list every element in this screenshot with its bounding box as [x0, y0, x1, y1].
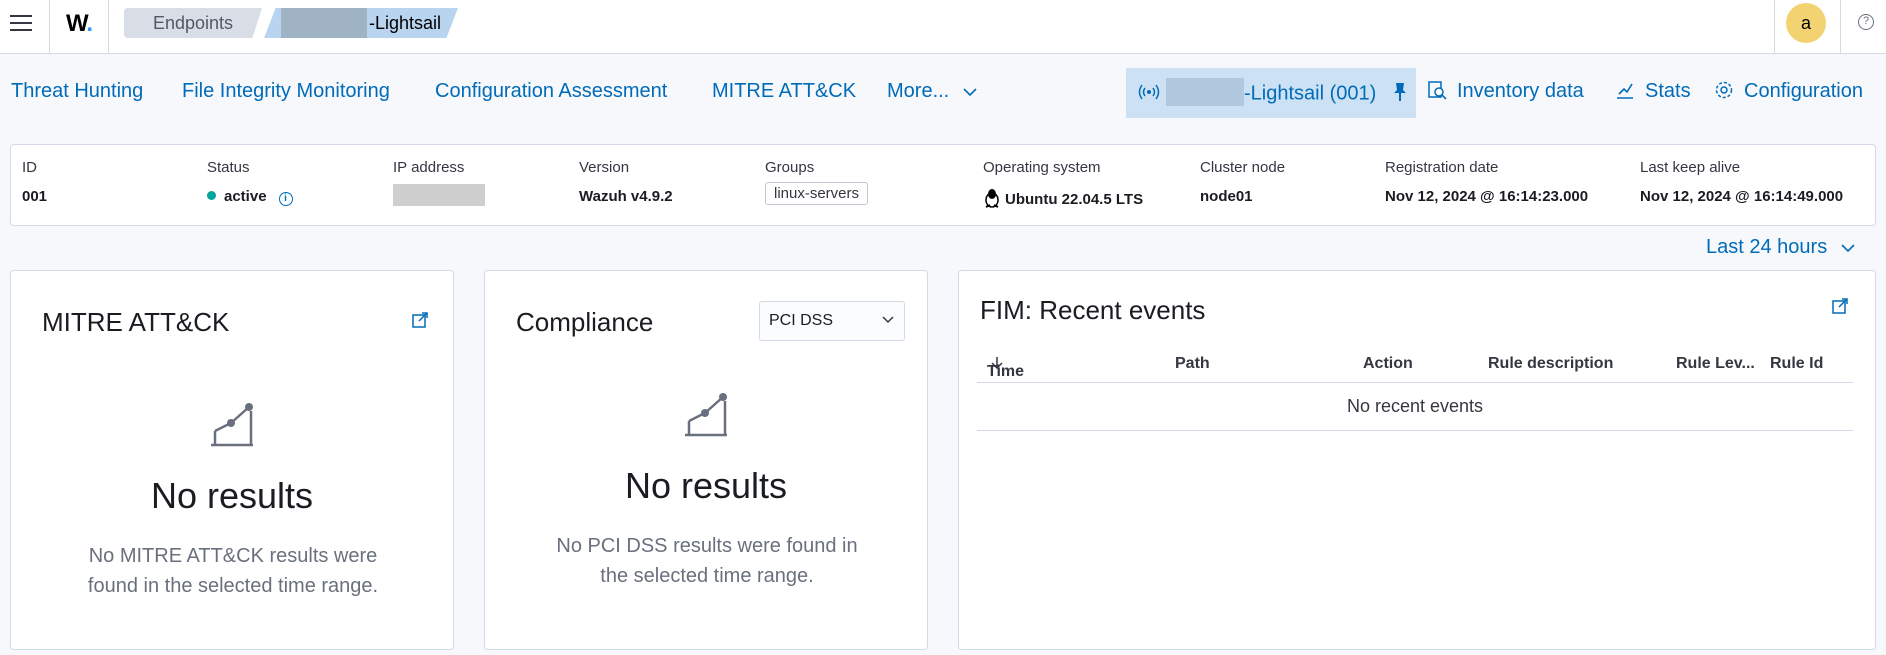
chevron-down-icon [963, 80, 977, 103]
tab-more[interactable]: More... [887, 80, 977, 103]
field-label: ID [22, 159, 37, 176]
field-value: Nov 12, 2024 @ 16:14:49.000 [1640, 188, 1844, 205]
column-time[interactable]: Time [987, 355, 1024, 380]
column-rule-description[interactable]: Rule description [1488, 355, 1613, 373]
group-badge[interactable]: linux-servers [765, 182, 869, 205]
signal-icon [1138, 82, 1160, 107]
help-icon[interactable]: ? [1858, 14, 1874, 30]
panel-title: Compliance [516, 307, 654, 337]
chart-icon [683, 391, 731, 442]
menu-icon[interactable] [10, 15, 32, 33]
field-label: Cluster node [1200, 159, 1286, 176]
gear-icon [1715, 81, 1733, 99]
external-link-icon[interactable] [1831, 297, 1849, 320]
external-link-icon[interactable] [411, 311, 429, 334]
column-action[interactable]: Action [1363, 355, 1413, 373]
chevron-down-icon [1833, 236, 1855, 258]
compliance-select[interactable]: PCI DSS [759, 301, 905, 341]
table-header: Time Path Action Rule description Rule L… [977, 347, 1853, 383]
divider [1840, 0, 1841, 54]
agent-version: Version Wazuh v4.9.2 [579, 159, 673, 205]
empty-title: No results [624, 465, 788, 506]
os-value: Ubuntu 22.04.5 LTS [1005, 191, 1144, 208]
panel-title: FIM: Recent events [980, 295, 1206, 325]
redacted-hostname [280, 8, 367, 38]
select-value: PCI DSS [769, 312, 834, 329]
status-dot-icon [207, 191, 216, 200]
field-label: IP address [393, 159, 465, 176]
tab-mitre-attack[interactable]: MITRE ATT&CK [712, 80, 856, 103]
empty-body: No PCI DSS results were found in the sel… [556, 535, 858, 587]
agent-status: Status active i [207, 159, 293, 206]
tab-file-integrity-monitoring[interactable]: File Integrity Monitoring [182, 80, 390, 103]
agent-info-strip: ID 001 Status active i IP address Version… [10, 144, 1876, 226]
field-value: Nov 12, 2024 @ 16:14:23.000 [1385, 188, 1589, 205]
agent-ip: IP address [393, 159, 485, 206]
inventory-data-link[interactable]: Inventory data [1427, 80, 1584, 103]
column-rule-id[interactable]: Rule Id [1770, 355, 1823, 373]
configuration-link[interactable]: Configuration [1714, 80, 1863, 103]
top-bar: W. Endpoints -Lightsail a ? [0, 0, 1886, 54]
redacted-hostname [1166, 78, 1244, 106]
tab-configuration-assessment[interactable]: Configuration Assessment [435, 80, 667, 103]
divider [49, 0, 50, 54]
breadcrumb-agent[interactable]: -Lightsail [264, 8, 458, 38]
agent-cluster: Cluster node node01 [1200, 159, 1285, 205]
pin-icon[interactable] [1392, 82, 1408, 107]
divider [108, 0, 109, 54]
linux-icon [983, 189, 1005, 208]
inventory-icon [1428, 81, 1447, 100]
stats-link[interactable]: Stats [1615, 80, 1691, 103]
field-value: Wazuh v4.9.2 [579, 188, 673, 205]
mitre-panel: MITRE ATT&CK No results No MITRE ATT&CK … [10, 270, 454, 650]
agent-os: Operating system Ubuntu 22.04.5 LTS [983, 159, 1143, 208]
tab-threat-hunting[interactable]: Threat Hunting [11, 80, 143, 103]
user-avatar[interactable]: a [1786, 3, 1826, 43]
field-value: node01 [1200, 188, 1253, 205]
agent-keepalive: Last keep alive Nov 12, 2024 @ 16:14:49.… [1640, 159, 1843, 205]
divider [1774, 0, 1775, 54]
pinned-agent-label: -Lightsail (001) [1244, 82, 1377, 105]
chart-icon [209, 401, 257, 452]
panel-title: MITRE ATT&CK [42, 307, 230, 337]
agent-groups: Groups linux-servers [765, 159, 869, 205]
status-value: active [224, 188, 267, 205]
field-value: 001 [22, 188, 48, 205]
pinned-agent[interactable]: -Lightsail (001) [1126, 68, 1416, 118]
wazuh-logo[interactable]: W. [66, 10, 93, 38]
info-icon[interactable]: i [278, 192, 293, 206]
redacted-ip [393, 184, 485, 206]
field-label: Operating system [983, 159, 1101, 176]
breadcrumb-endpoints[interactable]: Endpoints [124, 8, 262, 38]
chevron-down-icon [882, 316, 894, 324]
field-label: Groups [765, 159, 815, 176]
field-label: Registration date [1385, 159, 1499, 176]
tab-more-label: More... [887, 80, 950, 102]
table-empty-message: No recent events [977, 383, 1853, 431]
field-label: Last keep alive [1640, 159, 1741, 176]
compliance-panel: Compliance PCI DSS No results No PCI DSS… [484, 270, 928, 650]
column-path[interactable]: Path [1175, 355, 1210, 373]
agent-registration: Registration date Nov 12, 2024 @ 16:14:2… [1385, 159, 1588, 205]
fim-panel: FIM: Recent events Time Path Action Rule… [958, 270, 1876, 650]
empty-body: No MITRE ATT&CK results were found in th… [87, 545, 379, 597]
field-label: Version [579, 159, 630, 176]
empty-title: No results [150, 475, 314, 516]
column-rule-level[interactable]: Rule Lev... [1676, 355, 1755, 373]
field-label: Status [207, 159, 250, 176]
stats-icon [1617, 83, 1633, 99]
agent-id: ID 001 [22, 159, 47, 205]
time-filter[interactable]: Last 24 hours [1706, 236, 1855, 259]
time-filter-label: Last 24 hours [1706, 236, 1828, 258]
